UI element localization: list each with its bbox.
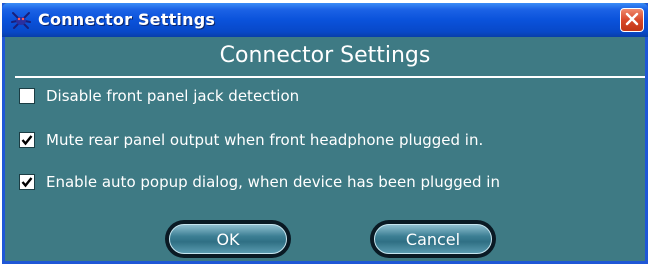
option-label: Mute rear panel output when front headph…	[46, 131, 484, 149]
option-mute-rear-output[interactable]: Mute rear panel output when front headph…	[19, 131, 483, 149]
option-disable-front-jack-detection[interactable]: Disable front panel jack detection	[19, 87, 299, 105]
heading-divider	[15, 76, 645, 78]
option-label: Enable auto popup dialog, when device ha…	[46, 173, 500, 191]
dialog-heading: Connector Settings	[219, 43, 431, 68]
close-button[interactable]	[620, 8, 644, 32]
window-title: Connector Settings	[38, 10, 216, 29]
realtek-crab-icon	[10, 10, 32, 30]
cancel-button[interactable]: Cancel	[370, 220, 496, 258]
option-enable-auto-popup[interactable]: Enable auto popup dialog, when device ha…	[19, 173, 500, 191]
title-bar[interactable]: Connector Settings	[2, 3, 648, 37]
checkmark-icon	[21, 177, 33, 188]
checkmark-icon	[21, 135, 33, 146]
cancel-button-label: Cancel	[374, 224, 492, 254]
checkbox-mute-rear-output[interactable]	[19, 132, 35, 148]
connector-settings-dialog: Connector Settings Connector Settings Di…	[2, 3, 648, 264]
close-icon	[625, 11, 639, 30]
option-label: Disable front panel jack detection	[46, 87, 300, 105]
ok-button[interactable]: OK	[165, 220, 291, 258]
checkbox-enable-auto-popup[interactable]	[19, 174, 35, 190]
ok-button-label: OK	[169, 224, 287, 254]
checkbox-disable-front-jack-detection[interactable]	[19, 88, 35, 104]
